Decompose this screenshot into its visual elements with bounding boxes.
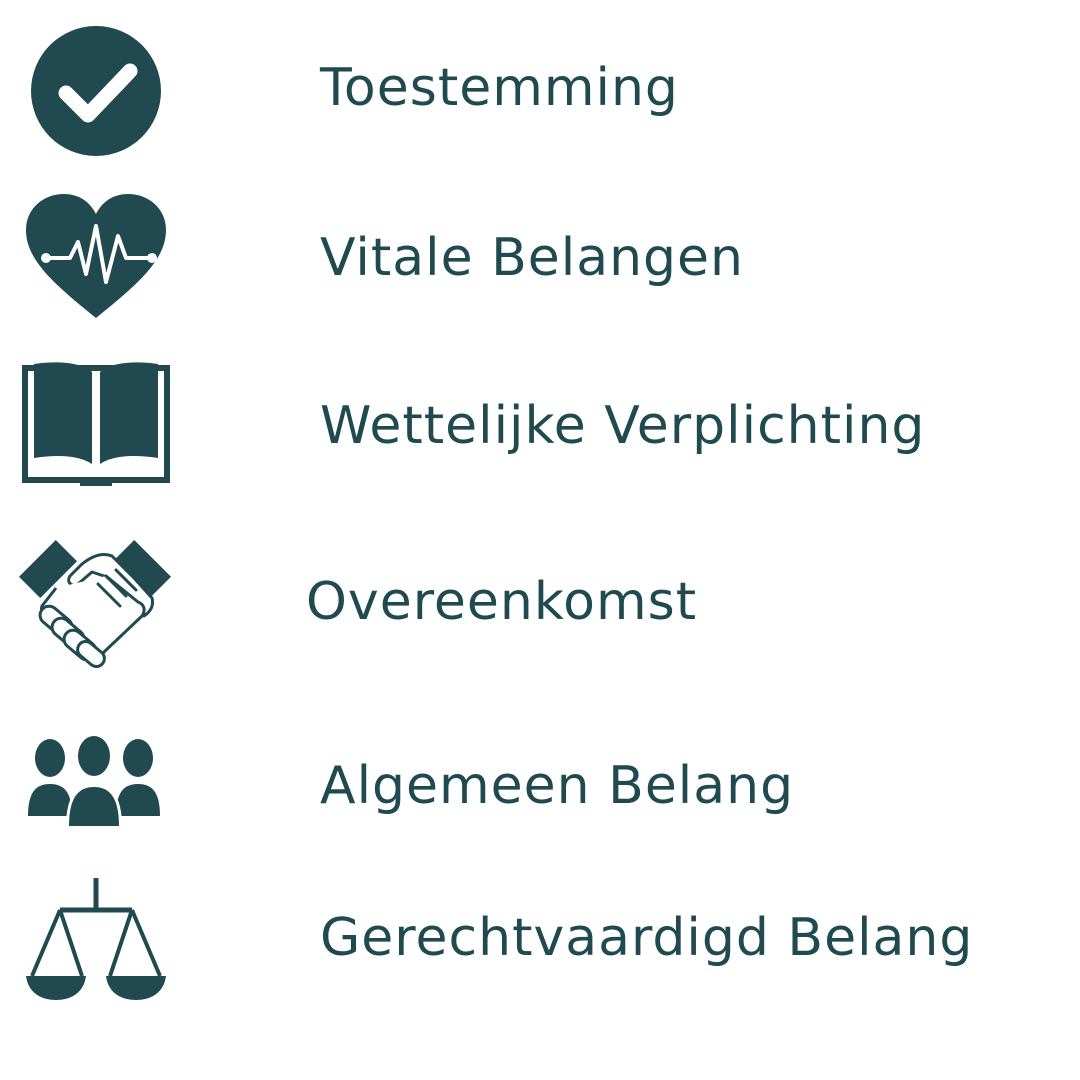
item-label: Vitale Belangen [320, 228, 744, 288]
people-group-icon [28, 734, 160, 828]
lawful-basis-item-consent: Toestemming [0, 10, 1080, 170]
item-label: Wettelijke Verplichting [320, 396, 926, 456]
item-label: Algemeen Belang [320, 756, 795, 816]
open-book-icon [22, 362, 170, 486]
item-label: Gerechtvaardigd Belang [320, 908, 974, 968]
check-circle-icon [31, 26, 161, 156]
lawful-basis-item-contract: Overeenkomst [0, 528, 1080, 688]
item-label: Overeenkomst [306, 572, 698, 632]
balance-scale-icon [26, 878, 166, 1000]
item-label: Toestemming [320, 58, 679, 118]
heart-pulse-icon [26, 194, 166, 318]
lawful-basis-item-legitimate-interest: Gerechtvaardigd Belang [0, 870, 1080, 1030]
lawful-basis-item-legal-obligation: Wettelijke Verplichting [0, 348, 1080, 508]
handshake-icon [19, 540, 171, 668]
lawful-basis-item-public-interest: Algemeen Belang [0, 712, 1080, 872]
lawful-basis-item-vital-interests: Vitale Belangen [0, 180, 1080, 340]
